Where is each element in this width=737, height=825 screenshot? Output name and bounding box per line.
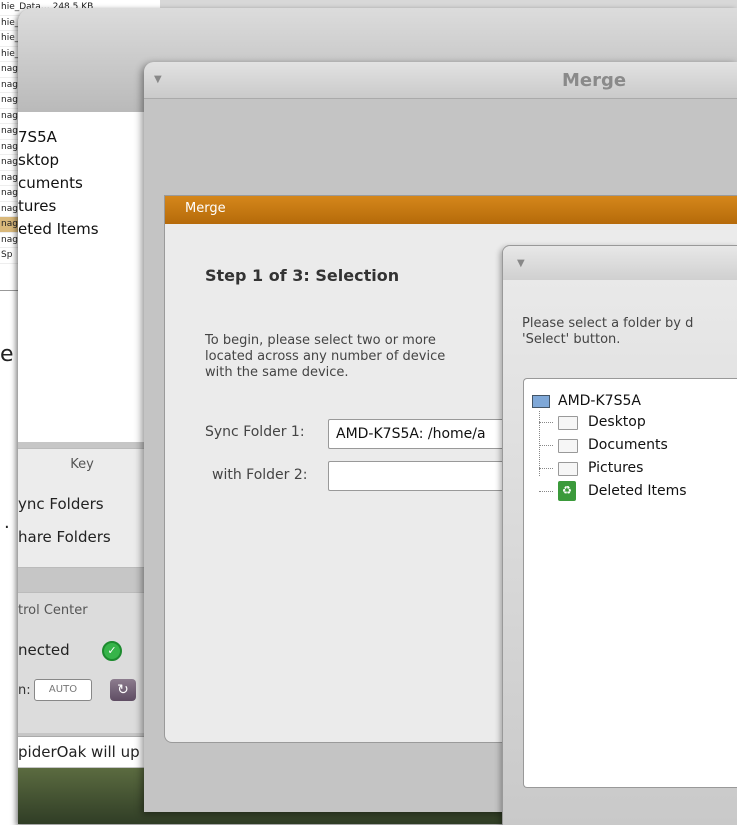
tree-root-device[interactable]: AMD-K7S5A [558, 393, 641, 409]
tree-item-device[interactable]: 7S5A [18, 126, 99, 149]
merge-header-title: Merge [185, 201, 226, 216]
key-item-sync-folders: ync Folders [18, 495, 104, 513]
tree-connector [539, 491, 553, 492]
refresh-icon: ↻ [117, 682, 129, 698]
schedule-auto-field[interactable]: AUTO [34, 679, 92, 701]
with-folder-2-field[interactable] [328, 461, 510, 491]
tree-item-documents[interactable]: cuments [18, 172, 99, 195]
schedule-label: n: [18, 683, 31, 698]
key-title: Key [70, 457, 94, 472]
sync-folder-1-field[interactable]: AMD-K7S5A: /home/a [328, 419, 517, 449]
key-panel: Key ync Folders hare Folders [18, 448, 146, 568]
with-folder-2-label: with Folder 2: [212, 467, 308, 483]
step-title: Step 1 of 3: Selection [205, 266, 400, 285]
sync-folder-1-label: Sync Folder 1: [205, 424, 305, 440]
tree-connector [539, 422, 553, 423]
edge-dot-fragment: . [4, 512, 10, 533]
tree-connector [539, 411, 540, 476]
tree-item-pictures[interactable]: Pictures [588, 460, 643, 476]
chooser-menu-arrow-icon[interactable]: ▼ [517, 258, 525, 269]
merge-header-bar: Merge [165, 196, 737, 224]
step-instructions: To begin, please select two or more loca… [205, 333, 446, 380]
folder-icon [558, 439, 578, 453]
tree-connector [539, 445, 553, 446]
folder-chooser-dialog: ▼ Please select a folder by d 'Select' b… [502, 245, 737, 825]
folder-chooser-titlebar: ▼ [503, 246, 737, 281]
edge-text-fragment: e [0, 342, 14, 367]
tree-item-desktop[interactable]: Desktop [588, 414, 646, 430]
key-item-share-folders: hare Folders [18, 528, 111, 546]
device-tree-panel: 7S5A sktop cuments tures eted Items [18, 112, 147, 442]
check-circle-icon: ✓ [102, 641, 122, 661]
tree-item-documents[interactable]: Documents [588, 437, 668, 453]
connection-status-text: nected [18, 641, 70, 659]
chooser-instructions: Please select a folder by d 'Select' but… [522, 316, 694, 347]
folder-tree: AMD-K7S5A Desktop Documents Pictures ♻ D… [523, 378, 737, 788]
computer-icon [532, 395, 550, 408]
folder-icon [558, 416, 578, 430]
tree-item-deleted-items[interactable]: Deleted Items [588, 483, 687, 499]
folder-icon [558, 462, 578, 476]
tree-item-pictures[interactable]: tures [18, 195, 99, 218]
tree-item-desktop[interactable]: sktop [18, 149, 99, 172]
bottom-status-message: piderOak will up [18, 736, 148, 767]
recycle-bin-icon: ♻ [558, 481, 576, 501]
control-center-title: trol Center [18, 603, 88, 618]
tree-connector [539, 468, 553, 469]
tree-item-deleted-items[interactable]: eted Items [18, 218, 99, 241]
merge-window-title: Merge [562, 70, 627, 91]
refresh-button[interactable]: ↻ [110, 679, 136, 701]
window-menu-arrow-icon[interactable]: ▼ [154, 74, 162, 85]
control-center-panel: trol Center nected ✓ n: AUTO ↻ [18, 592, 146, 733]
merge-window-titlebar: ▼ Merge [144, 62, 737, 99]
